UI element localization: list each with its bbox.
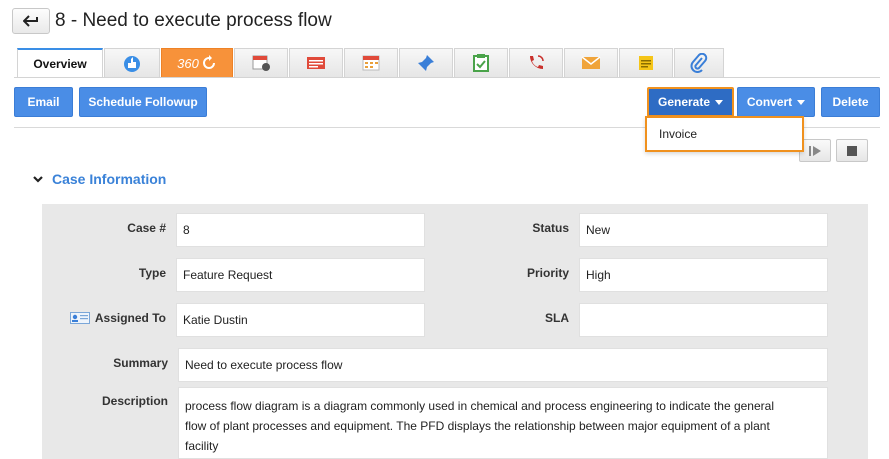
tab-divider: [14, 77, 880, 78]
phone-icon: [530, 55, 544, 69]
checklist-icon: [473, 54, 489, 72]
mail-icon: [581, 56, 601, 69]
generate-menu: Invoice: [645, 116, 804, 152]
invoice-card-icon: [307, 57, 325, 69]
tab-invoice[interactable]: [289, 48, 343, 78]
case-information-header[interactable]: Case Information: [32, 171, 166, 187]
tab-pin[interactable]: [399, 48, 453, 78]
summary-label: Summary: [113, 356, 168, 370]
page-title: 8 - Need to execute process flow: [55, 10, 332, 31]
back-arrow-icon: [23, 15, 38, 27]
convert-button[interactable]: Convert: [737, 87, 815, 117]
status-label: Status: [532, 221, 569, 235]
description-line: facility: [185, 439, 219, 453]
tab-360-label: 360: [177, 55, 199, 71]
convert-label: Convert: [746, 95, 793, 109]
like-icon: [124, 56, 140, 72]
description-line: process flow diagram is a diagram common…: [185, 399, 774, 413]
type-field[interactable]: Feature Request: [176, 258, 425, 292]
paperclip-icon: [690, 53, 708, 73]
assigned-to-field[interactable]: Katie Dustin: [176, 303, 425, 337]
sla-label: SLA: [545, 311, 569, 325]
tab-like[interactable]: [104, 48, 160, 78]
priority-field[interactable]: High: [579, 258, 828, 292]
case-number-label: Case #: [127, 221, 166, 235]
description-line: flow of plant processes and equipment. T…: [185, 419, 770, 433]
pin-icon: [418, 55, 434, 71]
description-label: Description: [101, 394, 168, 408]
tab-360[interactable]: 360: [161, 48, 233, 78]
caret-down-icon: [797, 99, 806, 105]
tab-notes[interactable]: [619, 48, 673, 78]
tab-attachments[interactable]: [674, 48, 724, 78]
generate-button[interactable]: Generate: [647, 87, 734, 117]
summary-field[interactable]: Need to execute process flow: [178, 348, 828, 382]
tab-overview-label: Overview: [33, 56, 87, 71]
note-icon: [639, 56, 653, 70]
timer-stop-button[interactable]: [836, 139, 868, 162]
assigned-to-label: Assigned To: [94, 311, 166, 325]
calendar-clock-icon: [252, 55, 270, 71]
tab-bar: Overview 360: [17, 48, 725, 78]
section-title: Case Information: [52, 171, 167, 187]
priority-label: Priority: [526, 266, 569, 280]
contact-card-icon: [70, 312, 90, 324]
schedule-followup-button[interactable]: Schedule Followup: [79, 87, 207, 117]
menu-item-invoice[interactable]: Invoice: [659, 127, 697, 141]
calendar-grid-icon: [362, 55, 380, 71]
delete-button[interactable]: Delete: [821, 87, 880, 117]
stop-icon: [847, 145, 857, 156]
description-field[interactable]: process flow diagram is a diagram common…: [178, 387, 828, 459]
back-button[interactable]: [12, 8, 50, 34]
tab-tasks[interactable]: [454, 48, 508, 78]
refresh-icon: [202, 55, 215, 69]
tab-overview[interactable]: Overview: [17, 48, 103, 78]
type-label: Type: [138, 266, 166, 280]
tab-email[interactable]: [564, 48, 618, 78]
generate-label: Generate: [657, 95, 711, 109]
status-field[interactable]: New: [579, 213, 828, 247]
chevron-down-icon: [33, 176, 43, 183]
tab-calendar[interactable]: [344, 48, 398, 78]
email-button[interactable]: Email: [14, 87, 73, 117]
tab-calls[interactable]: [509, 48, 563, 78]
sla-field[interactable]: [579, 303, 828, 337]
play-icon: [809, 145, 821, 156]
caret-down-icon: [715, 99, 724, 105]
tab-schedule[interactable]: [234, 48, 288, 78]
case-number-field[interactable]: 8: [176, 213, 425, 247]
